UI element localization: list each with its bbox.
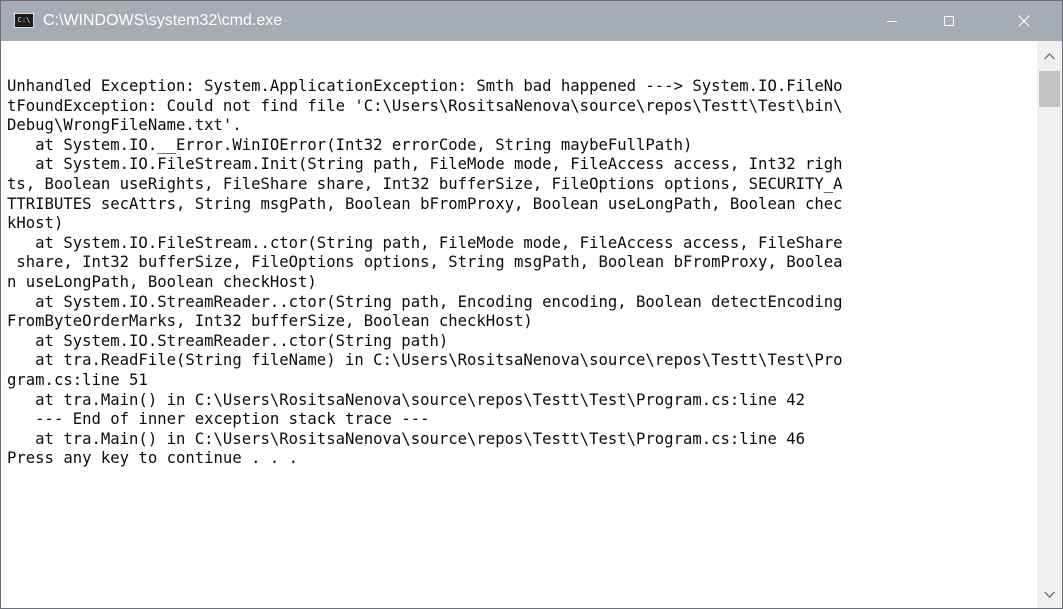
minimize-button[interactable] [870, 1, 916, 41]
console-output[interactable]: Unhandled Exception: System.ApplicationE… [1, 41, 1037, 608]
console-line: --- End of inner exception stack trace -… [7, 410, 430, 429]
close-button[interactable] [1001, 1, 1047, 41]
minimize-icon [887, 21, 897, 22]
console-line: kHost) [7, 214, 64, 233]
console-text: Unhandled Exception: System.ApplicationE… [7, 77, 843, 469]
cmd-icon[interactable]: C:\ [14, 13, 34, 28]
close-icon [1018, 15, 1030, 27]
console-line: ts, Boolean useRights, FileShare share, … [7, 174, 843, 193]
vertical-scrollbar[interactable] [1037, 41, 1062, 608]
console-line: at System.IO.StreamReader..ctor(String p… [7, 292, 843, 311]
scroll-up-arrow-icon [1044, 53, 1055, 60]
console-line: gram.cs:line 51 [7, 370, 148, 389]
console-line: at tra.Main() in C:\Users\RositsaNenova\… [7, 429, 805, 448]
maximize-button[interactable] [927, 1, 973, 41]
console-line: at System.IO.__Error.WinIOError(Int32 er… [7, 135, 693, 154]
console-line: Press any key to continue . . . [7, 449, 299, 468]
scroll-down-arrow-icon [1044, 591, 1055, 598]
console-line: at tra.Main() in C:\Users\RositsaNenova\… [7, 390, 805, 409]
console-line: at tra.ReadFile(String fileName) in C:\U… [7, 351, 843, 370]
console-line: n useLongPath, Boolean checkHost) [7, 272, 317, 291]
console-line: tFoundException: Could not find file 'C:… [7, 96, 843, 115]
cmd-window: C:\ C:\WINDOWS\system32\cmd.exe Unhandle… [0, 0, 1063, 609]
console-line: at System.IO.FileStream.Init(String path… [7, 155, 843, 174]
console-line: Unhandled Exception: System.ApplicationE… [7, 77, 843, 95]
console-line: share, Int32 bufferSize, FileOptions opt… [7, 253, 843, 272]
console-line: FromByteOrderMarks, Int32 bufferSize, Bo… [7, 312, 533, 331]
console-line: Debug\WrongFileName.txt'. [7, 116, 242, 135]
title-bar[interactable]: C:\ C:\WINDOWS\system32\cmd.exe [1, 1, 1062, 41]
scroll-up-button[interactable] [1037, 41, 1062, 71]
scroll-down-button[interactable] [1037, 582, 1062, 608]
scroll-thumb[interactable] [1039, 71, 1060, 107]
console-line: TTRIBUTES secAttrs, String msgPath, Bool… [7, 194, 843, 213]
maximize-icon [944, 16, 954, 26]
console-line: at System.IO.FileStream..ctor(String pat… [7, 233, 843, 252]
window-title: C:\WINDOWS\system32\cmd.exe [43, 12, 283, 29]
console-line: at System.IO.StreamReader..ctor(String p… [7, 331, 449, 350]
